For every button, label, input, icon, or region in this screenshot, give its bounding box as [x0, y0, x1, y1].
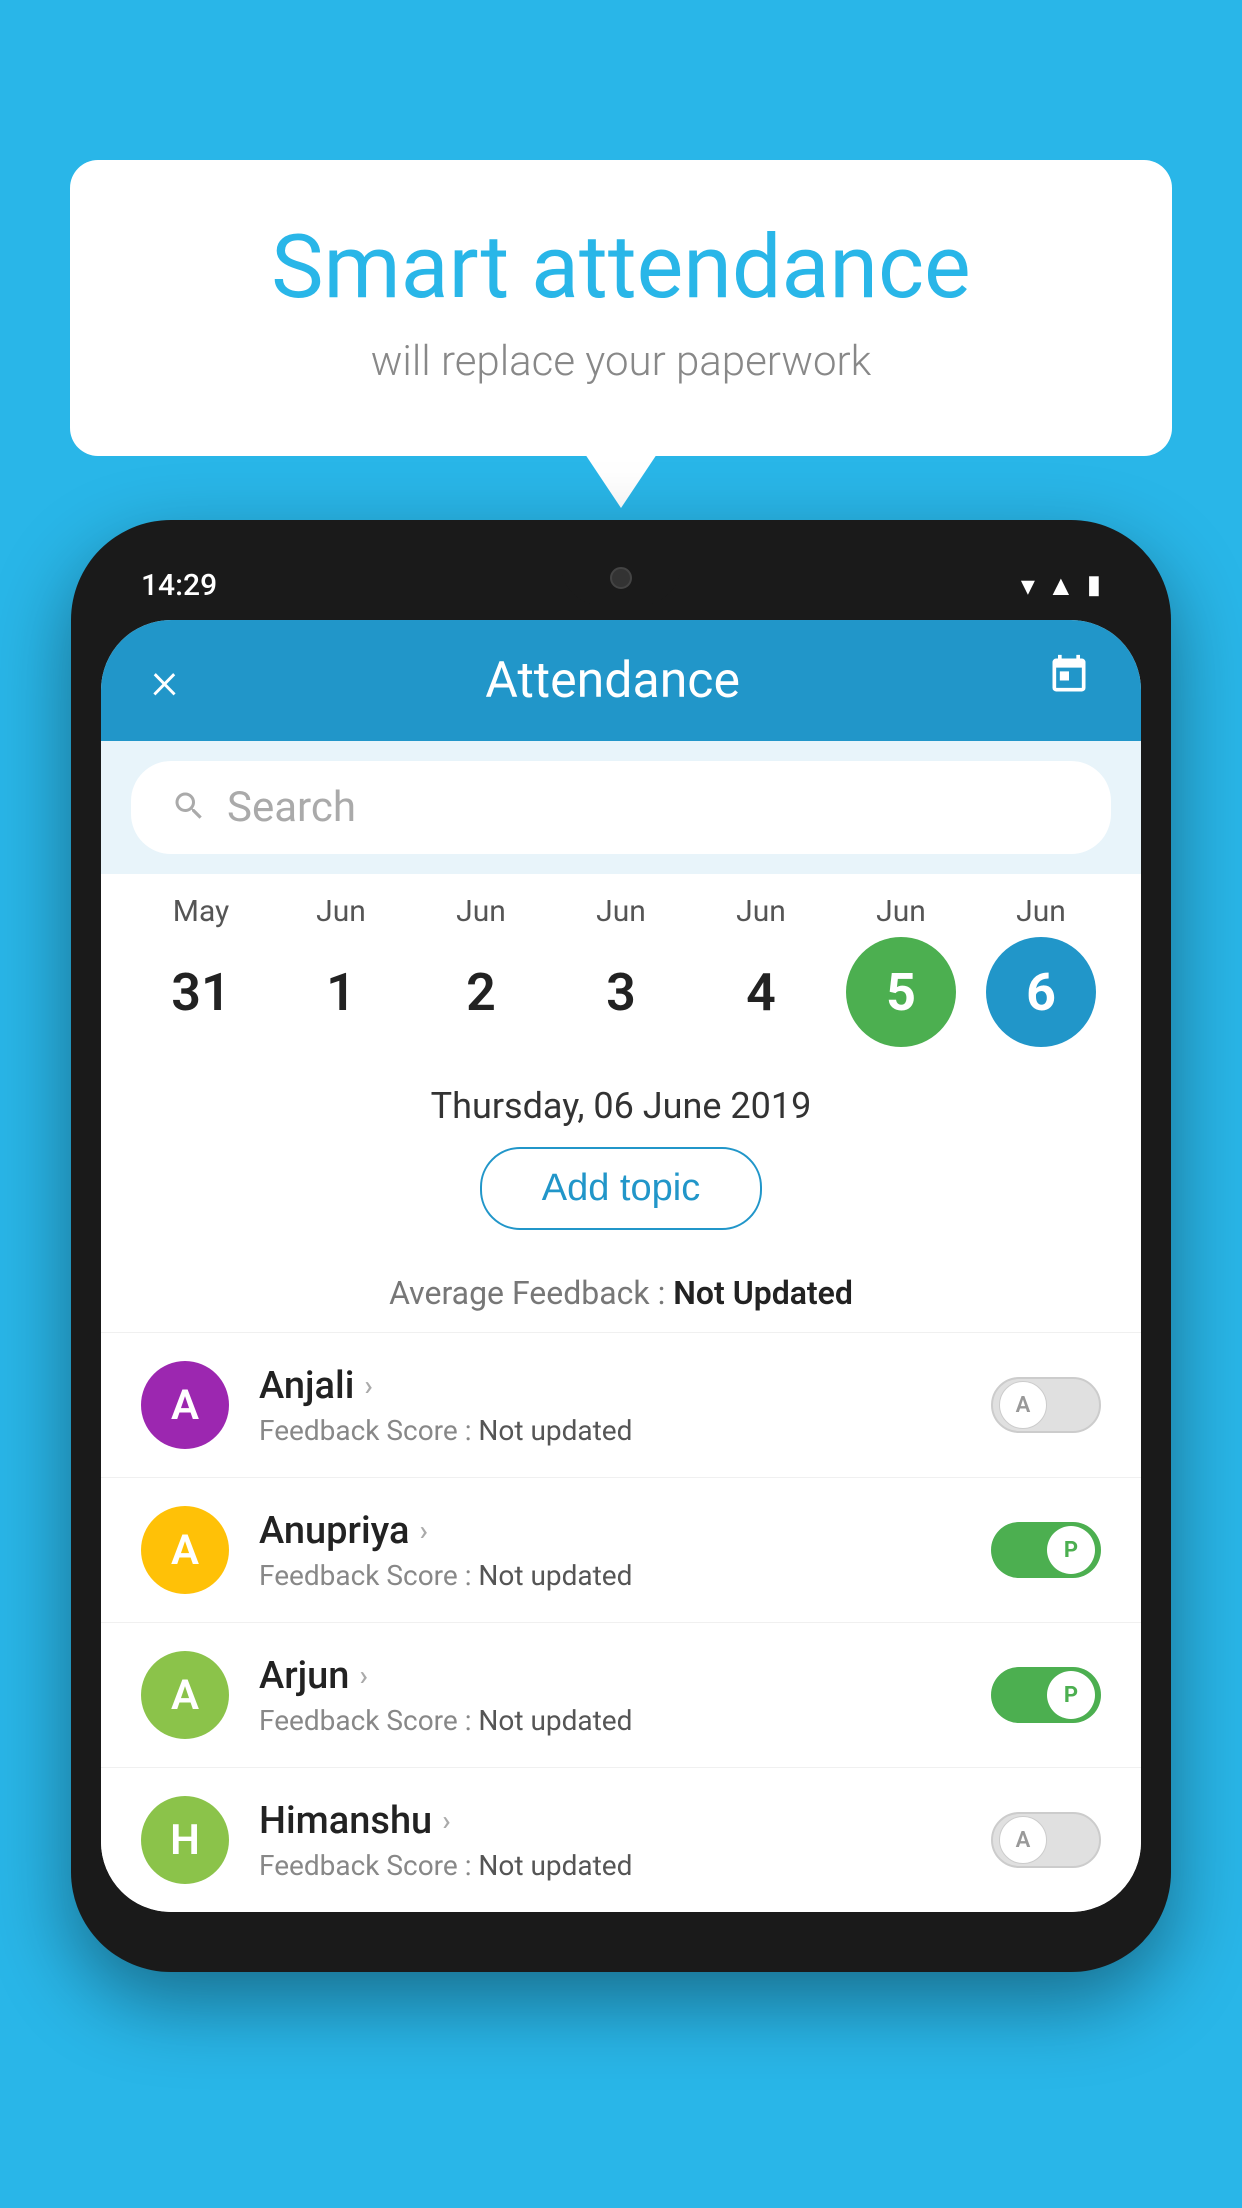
calendar-col-1[interactable]: Jun 1 — [276, 894, 406, 1047]
student-feedback: Feedback Score : Not updated — [259, 1414, 991, 1447]
student-item-0[interactable]: AAnjali ›Feedback Score : Not updatedA — [101, 1332, 1141, 1477]
chevron-icon: › — [442, 1804, 450, 1837]
calendar-col-3[interactable]: Jun 3 — [556, 894, 686, 1047]
cal-day[interactable]: 31 — [146, 937, 256, 1047]
student-name: Arjun › — [259, 1654, 991, 1698]
toggle-knob: A — [999, 1381, 1047, 1429]
status-icons: ▾ ▲ ▮ — [1021, 569, 1101, 602]
status-bar: 14:29 ▾ ▲ ▮ — [101, 550, 1141, 620]
status-time: 14:29 — [141, 568, 217, 603]
feedback-value: Not Updated — [673, 1274, 853, 1312]
search-placeholder: Search — [227, 783, 356, 832]
feedback-label: Average Feedback : — [389, 1274, 673, 1312]
speech-bubble: Smart attendance will replace your paper… — [70, 160, 1172, 456]
cal-day[interactable]: 2 — [426, 937, 536, 1047]
phone-container: 14:29 ▾ ▲ ▮ × Attendance — [71, 520, 1171, 1972]
toggle-knob: P — [1047, 1671, 1095, 1719]
student-avatar: A — [141, 1361, 229, 1449]
student-name: Anupriya › — [259, 1509, 991, 1553]
phone-screen: × Attendance Search — [101, 620, 1141, 1912]
student-name: Anjali › — [259, 1364, 991, 1408]
cal-day[interactable]: 6 — [986, 937, 1096, 1047]
student-feedback: Feedback Score : Not updated — [259, 1559, 991, 1592]
student-info: Anjali › Feedback Score : Not updated — [259, 1364, 991, 1447]
attendance-toggle[interactable]: P — [991, 1667, 1101, 1723]
student-avatar: H — [141, 1796, 229, 1884]
cal-month: Jun — [736, 894, 786, 929]
cal-month: Jun — [1016, 894, 1066, 929]
student-item-3[interactable]: H Himanshu › Feedback Score : Not updatedA — [101, 1767, 1141, 1912]
cal-day[interactable]: 4 — [706, 937, 816, 1047]
wifi-icon: ▾ — [1021, 569, 1035, 602]
student-feedback: Feedback Score : Not updated — [259, 1704, 991, 1737]
student-info: Anupriya › Feedback Score : Not updated — [259, 1509, 991, 1592]
student-avatar: A — [141, 1651, 229, 1739]
phone-frame: 14:29 ▾ ▲ ▮ × Attendance — [71, 520, 1171, 1972]
calendar-col-2[interactable]: Jun 2 — [416, 894, 546, 1047]
cal-month: Jun — [316, 894, 366, 929]
speech-bubble-subtitle: will replace your paperwork — [150, 337, 1092, 386]
cal-month: Jun — [456, 894, 506, 929]
calendar-icon[interactable] — [1047, 653, 1091, 708]
student-item-2[interactable]: A Arjun › Feedback Score : Not updated P — [101, 1622, 1141, 1767]
add-topic-button[interactable]: Add topic — [480, 1147, 762, 1230]
app-header: × Attendance — [101, 620, 1141, 741]
camera-dot — [610, 567, 632, 589]
speech-bubble-container: Smart attendance will replace your paper… — [70, 160, 1172, 456]
search-icon — [171, 788, 207, 828]
cal-day[interactable]: 3 — [566, 937, 676, 1047]
chevron-icon: › — [419, 1514, 427, 1547]
student-name: Himanshu › — [259, 1799, 991, 1843]
selected-date: Thursday, 06 June 2019 — [101, 1057, 1141, 1147]
feedback-summary: Average Feedback : Not Updated — [101, 1274, 1141, 1332]
toggle-knob: P — [1047, 1526, 1095, 1574]
close-button[interactable]: × — [151, 650, 178, 711]
student-list: AAnjali ›Feedback Score : Not updatedAAA… — [101, 1332, 1141, 1912]
cal-month: Jun — [596, 894, 646, 929]
calendar-strip: May 31 Jun 1 Jun 2 Jun 3 Jun 4 Jun 5 Jun 6 — [101, 874, 1141, 1057]
attendance-toggle[interactable]: A — [991, 1377, 1101, 1433]
calendar-col-5[interactable]: Jun 5 — [836, 894, 966, 1047]
attendance-toggle[interactable]: P — [991, 1522, 1101, 1578]
battery-icon: ▮ — [1087, 570, 1101, 600]
speech-bubble-title: Smart attendance — [150, 220, 1092, 317]
calendar-col-6[interactable]: Jun 6 — [976, 894, 1106, 1047]
app-title: Attendance — [485, 652, 740, 710]
cal-day[interactable]: 1 — [286, 937, 396, 1047]
signal-icon: ▲ — [1047, 569, 1075, 602]
calendar-col-4[interactable]: Jun 4 — [696, 894, 826, 1047]
cal-month: Jun — [876, 894, 926, 929]
cal-month: May — [173, 894, 229, 929]
calendar-col-0[interactable]: May 31 — [136, 894, 266, 1047]
student-avatar: A — [141, 1506, 229, 1594]
student-info: Arjun › Feedback Score : Not updated — [259, 1654, 991, 1737]
calendar-months: May 31 Jun 1 Jun 2 Jun 3 Jun 4 Jun 5 Jun 6 — [111, 894, 1131, 1047]
search-input-wrapper[interactable]: Search — [131, 761, 1111, 854]
search-bar: Search — [101, 741, 1141, 874]
chevron-icon: › — [364, 1369, 372, 1402]
student-item-1[interactable]: A Anupriya › Feedback Score : Not updated P — [101, 1477, 1141, 1622]
notch — [561, 550, 681, 605]
student-info: Himanshu › Feedback Score : Not updated — [259, 1799, 991, 1882]
cal-day[interactable]: 5 — [846, 937, 956, 1047]
chevron-icon: › — [359, 1659, 367, 1692]
student-feedback: Feedback Score : Not updated — [259, 1849, 991, 1882]
attendance-toggle[interactable]: A — [991, 1812, 1101, 1868]
toggle-knob: A — [999, 1816, 1047, 1864]
